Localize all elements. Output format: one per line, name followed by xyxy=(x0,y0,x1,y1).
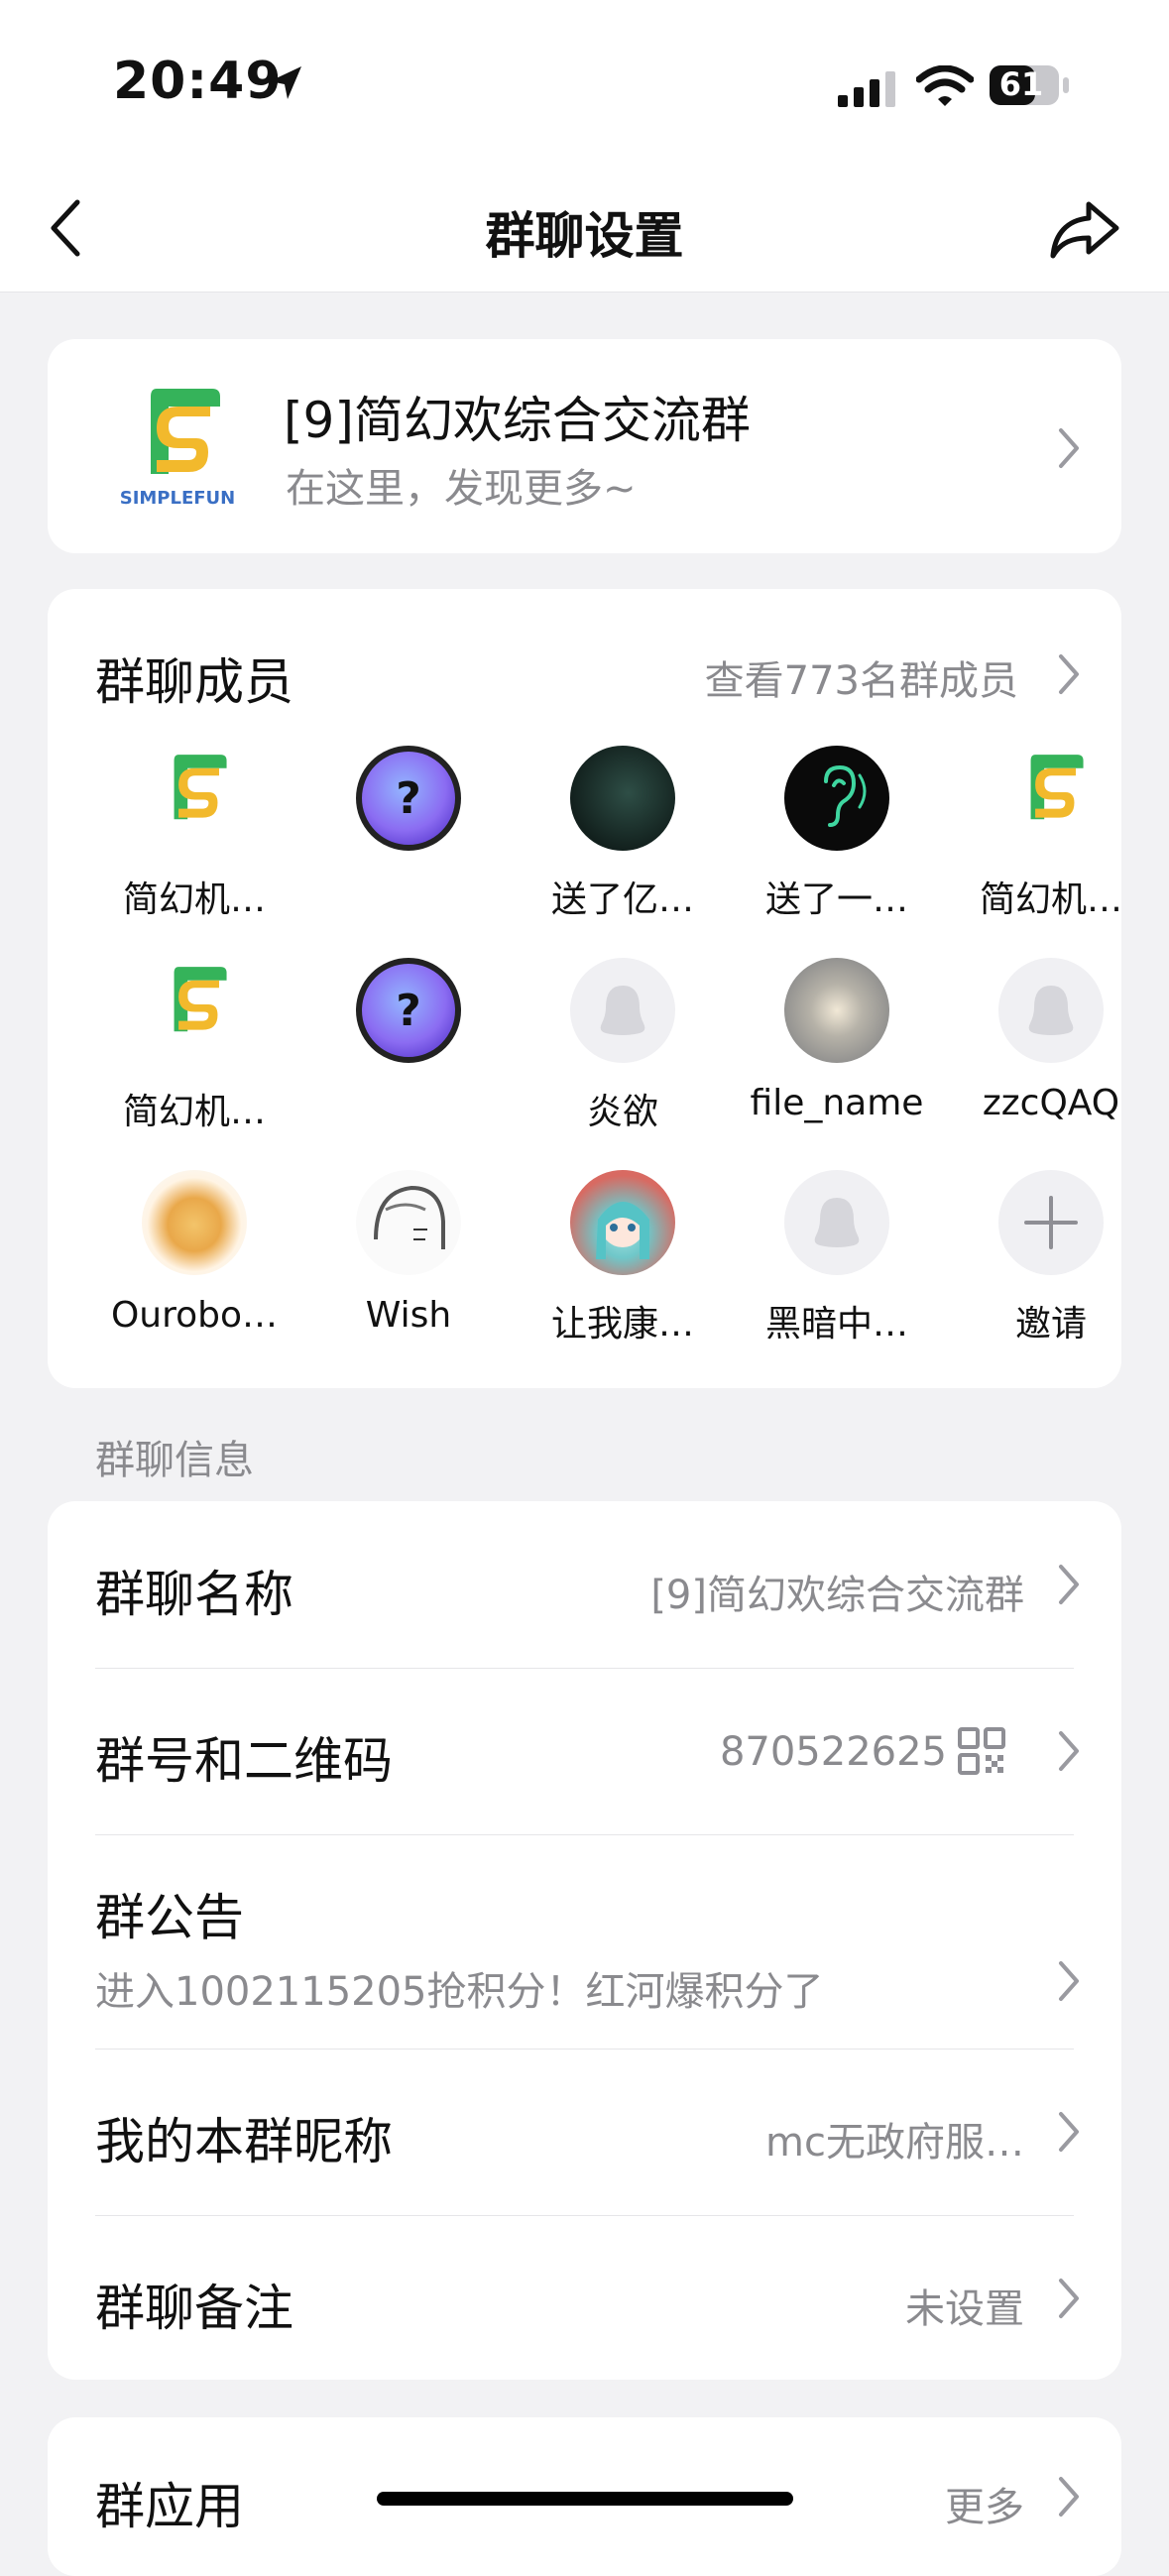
blurred-light-avatar xyxy=(784,958,889,1063)
member-item[interactable]: 炎欲 xyxy=(516,958,730,1134)
member-name: 送了一… xyxy=(764,879,908,920)
chevron-right-icon[interactable] xyxy=(1055,652,1083,696)
member-item[interactable]: ? xyxy=(301,746,516,871)
section-label-group-info: 群聊信息 xyxy=(95,1438,254,1483)
share-icon[interactable] xyxy=(1045,190,1124,270)
qr-code-icon xyxy=(958,1727,1005,1775)
penguin-default-avatar xyxy=(570,958,675,1063)
battery-level: 61 xyxy=(998,65,1044,103)
member-name: Ourobo… xyxy=(110,1295,279,1336)
simplefun-logo: SIMPLEFUN xyxy=(120,389,236,509)
view-all-members-link[interactable]: 查看773名群成员 xyxy=(705,648,1018,706)
status-time: 20:49 xyxy=(113,52,283,111)
member-name: 炎欲 xyxy=(586,1092,658,1132)
member-name: 黑暗中… xyxy=(764,1304,908,1345)
chevron-right-icon xyxy=(1059,2112,1079,2152)
members-card: 群聊成员 查看773名群成员 简幻机… ? 送了亿… 送了一… 简幻机… 简幻机… xyxy=(48,589,1121,1388)
chevron-right-icon xyxy=(1059,2279,1079,2318)
anime-girl-avatar xyxy=(570,1170,675,1275)
group-id-value: 870522625 xyxy=(719,1729,947,1775)
chevron-right-icon xyxy=(1059,1731,1079,1771)
svg-text:?: ? xyxy=(396,986,421,1036)
row-label: 群聊名称 xyxy=(95,1566,293,1623)
member-name: file_name xyxy=(750,1083,924,1123)
invite-button[interactable]: 邀请 xyxy=(944,1170,1121,1347)
group-name: [9]简幻欢综合交流群 xyxy=(284,392,751,449)
chevron-right-icon xyxy=(1059,1961,1079,2001)
svg-text:?: ? xyxy=(396,773,421,824)
member-name: 送了亿… xyxy=(550,879,694,920)
dark-forest-avatar xyxy=(570,746,675,851)
row-value: mc无政府服… xyxy=(765,2120,1024,2166)
wifi-icon xyxy=(916,65,974,106)
member-name: 简幻机… xyxy=(122,1092,266,1132)
group-slogan: 在这里，发现更多~ xyxy=(286,466,637,512)
member-item[interactable]: ? xyxy=(301,958,516,1083)
row-my-nickname[interactable]: 我的本群昵称 mc无政府服… xyxy=(48,2049,1121,2215)
penguin-default-avatar xyxy=(784,1170,889,1275)
member-item[interactable]: 送了一… xyxy=(730,746,944,922)
page-title: 群聊设置 xyxy=(485,207,684,265)
group-info-card: 群聊名称 [9]简幻欢综合交流群 群号和二维码 870522625 群公告 进入… xyxy=(48,1501,1121,2380)
member-item[interactable]: 简幻机… xyxy=(944,746,1121,922)
member-name: 让我康… xyxy=(550,1304,694,1345)
member-item[interactable]: file_name xyxy=(730,958,944,1123)
apps-label: 群应用 xyxy=(95,2478,244,2535)
member-item[interactable]: zzcQAQ xyxy=(944,958,1121,1123)
chevron-right-icon xyxy=(1059,2477,1079,2517)
announcement-text: 进入1002115205抢积分！红河爆积分了 xyxy=(95,1969,824,2015)
simplefun-avatar xyxy=(142,958,247,1063)
row-value: [9]简幻欢综合交流群 xyxy=(650,1573,1024,1618)
row-group-remark[interactable]: 群聊备注 未设置 xyxy=(48,2215,1121,2380)
members-title: 群聊成员 xyxy=(95,653,293,711)
row-label: 群聊备注 xyxy=(95,2280,293,2337)
row-announcement[interactable]: 群公告 进入1002115205抢积分！红河爆积分了 xyxy=(48,1834,1121,2049)
home-indicator[interactable] xyxy=(377,2492,793,2506)
logo-wordmark: SIMPLEFUN xyxy=(120,488,236,509)
member-item[interactable]: 让我康… xyxy=(516,1170,730,1347)
ear-avatar xyxy=(784,746,889,851)
row-group-id-qrcode[interactable]: 群号和二维码 870522625 xyxy=(48,1668,1121,1834)
sketch-avatar xyxy=(356,1170,461,1275)
chevron-right-icon xyxy=(1059,1565,1079,1604)
member-name: Wish xyxy=(365,1295,452,1336)
row-label: 群号和二维码 xyxy=(95,1732,393,1790)
member-name: 简幻机… xyxy=(979,879,1121,920)
row-label: 我的本群昵称 xyxy=(95,2113,393,2170)
member-name: zzcQAQ xyxy=(982,1083,1120,1123)
member-item[interactable]: Wish xyxy=(301,1170,516,1336)
apps-more-link[interactable]: 更多 xyxy=(945,2475,1024,2532)
location-arrow-icon xyxy=(270,66,301,99)
row-value: 未设置 xyxy=(905,2286,1024,2332)
nav-bar: 群聊设置 xyxy=(0,169,1169,293)
member-name: 简幻机… xyxy=(122,879,266,920)
member-item[interactable]: Ourobo… xyxy=(87,1170,301,1336)
pie-avatar xyxy=(142,1170,247,1275)
invite-label: 邀请 xyxy=(1014,1304,1087,1345)
status-bar: 20:49 61 xyxy=(0,0,1169,169)
member-item[interactable]: 送了亿… xyxy=(516,746,730,922)
question-badge-avatar: ? xyxy=(356,746,461,851)
row-label: 群公告 xyxy=(95,1889,244,1946)
simplefun-avatar xyxy=(998,746,1104,851)
cellular-signal-icon xyxy=(838,71,895,107)
member-item[interactable]: 简幻机… xyxy=(87,746,301,922)
chevron-right-icon xyxy=(1059,428,1079,468)
row-group-name[interactable]: 群聊名称 [9]简幻欢综合交流群 xyxy=(48,1501,1121,1668)
member-item[interactable]: 黑暗中… xyxy=(730,1170,944,1347)
member-item[interactable]: 简幻机… xyxy=(87,958,301,1134)
simplefun-avatar xyxy=(142,746,247,851)
plus-icon xyxy=(998,1170,1104,1275)
group-profile-card[interactable]: SIMPLEFUN [9]简幻欢综合交流群 在这里，发现更多~ xyxy=(48,339,1121,553)
penguin-default-avatar xyxy=(998,958,1104,1063)
question-badge-avatar: ? xyxy=(356,958,461,1063)
